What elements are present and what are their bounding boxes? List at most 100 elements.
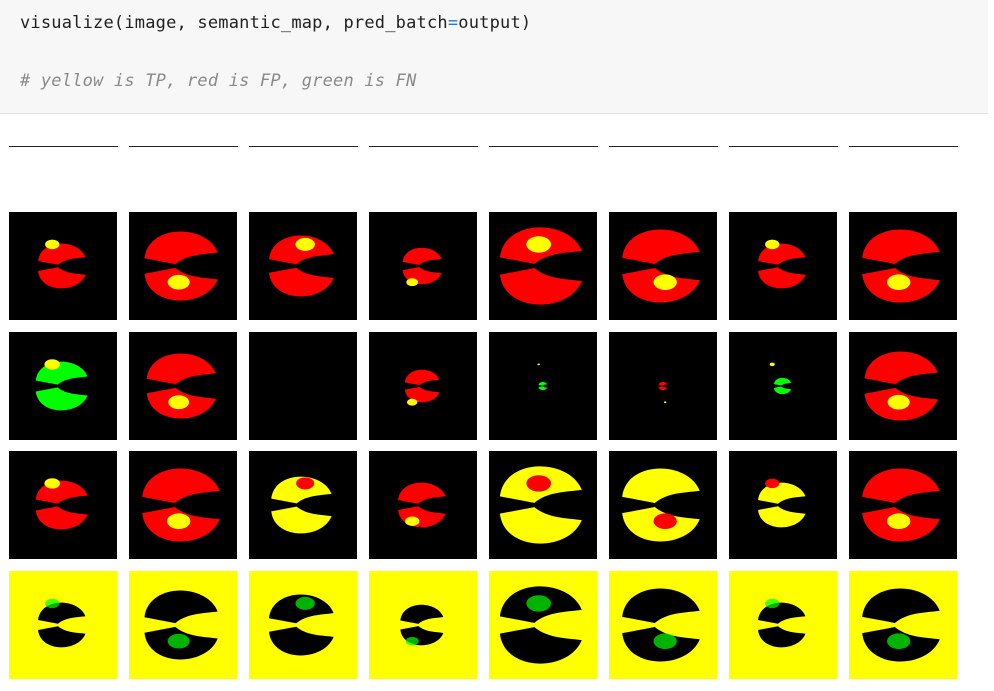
code-operator: = [447,13,459,33]
image-background [849,332,957,440]
segmentation-image [9,571,117,679]
segmentation-image [489,571,597,679]
segmentation-image [849,451,957,559]
image-background [9,571,117,679]
segmentation-image [729,212,837,320]
overlay-patch [653,633,677,649]
subplot-title-line [849,146,958,147]
prediction-row-4-tile [369,571,477,679]
prediction-row-4-tile [129,571,237,679]
segmentation-image [729,332,837,440]
segmentation-image [609,571,717,679]
overlay-patch [45,598,60,609]
image-background [9,212,117,320]
segmentation-image [609,332,717,440]
subplot-title-line [129,146,238,147]
segmentation-image [249,332,357,440]
prediction-row-2-tile [129,332,237,440]
prediction-row-3-tile [849,451,957,559]
prediction-row-2-tile [849,332,957,440]
prediction-row-3-tile [129,451,237,559]
code-comment: # yellow is TP, red is FP, green is FN [20,71,417,91]
subplot-title-line [249,146,358,147]
image-background [369,451,477,559]
image-background [249,571,357,679]
prediction-row-1-tile [129,212,237,320]
image-background [369,212,477,320]
segmentation-image [729,571,837,679]
prediction-row-2-tile [9,332,117,440]
overlay-patch [526,475,551,492]
segmentation-image [489,451,597,559]
overlay-patch [167,633,190,649]
prediction-row-3-tile [489,451,597,559]
image-background [369,332,477,440]
code-line-call: visualize(image, semantic_map, pred_batc… [20,13,532,33]
prediction-row-2-tile [489,332,597,440]
image-background [849,451,957,559]
overlay-patch [769,362,775,367]
overlay-patch [45,239,60,250]
subplot-title-line [489,146,598,147]
subplot-title-line [729,146,838,147]
overlay-patch [765,239,780,250]
segmentation-image [9,451,117,559]
prediction-row-2-tile [729,332,837,440]
overlay-patch [526,236,551,253]
prediction-row-1-tile [849,212,957,320]
overlay-patch [887,633,911,649]
prediction-row-4-tile [489,571,597,679]
overlay-patch [296,477,315,490]
overlay-patch [887,274,911,290]
image-background [729,332,837,440]
overlay-patch [887,513,911,529]
image-background [129,332,237,440]
image-background [729,451,837,559]
prediction-row-4-tile [849,571,957,679]
prediction-row-2-tile [369,332,477,440]
prediction-row-1-tile [609,212,717,320]
overlay-patch [405,636,419,646]
segmentation-image [129,571,237,679]
prediction-row-3-tile [249,451,357,559]
overlay-patch [653,513,677,529]
segmentation-image [9,332,117,440]
segmentation-image [849,332,957,440]
segmentation-image [369,571,477,679]
overlay-patch [526,595,551,612]
prediction-row-1-tile [489,212,597,320]
image-background [609,332,717,440]
overlay-patch [44,478,60,489]
segmentation-image [369,451,477,559]
overlay-patch [405,516,420,526]
prediction-row-1-tile [249,212,357,320]
image-background [9,451,117,559]
overlay-patch [295,596,315,610]
prediction-row-3-tile [729,451,837,559]
subplot-title-line [369,146,478,147]
prediction-row-2-tile [609,332,717,440]
prediction-row-4-tile [9,571,117,679]
prediction-row-4-tile [249,571,357,679]
prediction-row-2-tile [249,332,357,440]
segmentation-image [249,571,357,679]
prediction-row-3-tile [9,451,117,559]
code-arguments: image, semantic_map, pred_batch [124,13,448,33]
overlay-patch [44,359,60,370]
overlay-patch [653,274,677,290]
image-background [849,212,957,320]
segmentation-image [849,212,957,320]
segmentation-image [369,212,477,320]
prediction-row-3-tile [369,451,477,559]
code-cell[interactable]: visualize(image, semantic_map, pred_batc… [0,0,988,114]
image-background [249,451,357,559]
image-background [609,571,717,679]
prediction-row-3-tile [609,451,717,559]
segmentation-image [609,212,717,320]
segmentation-image [729,451,837,559]
image-background [489,332,597,440]
overlay-patch [295,237,315,251]
overlay-patch [167,513,191,529]
segmentation-image [609,451,717,559]
image-background [729,571,837,679]
